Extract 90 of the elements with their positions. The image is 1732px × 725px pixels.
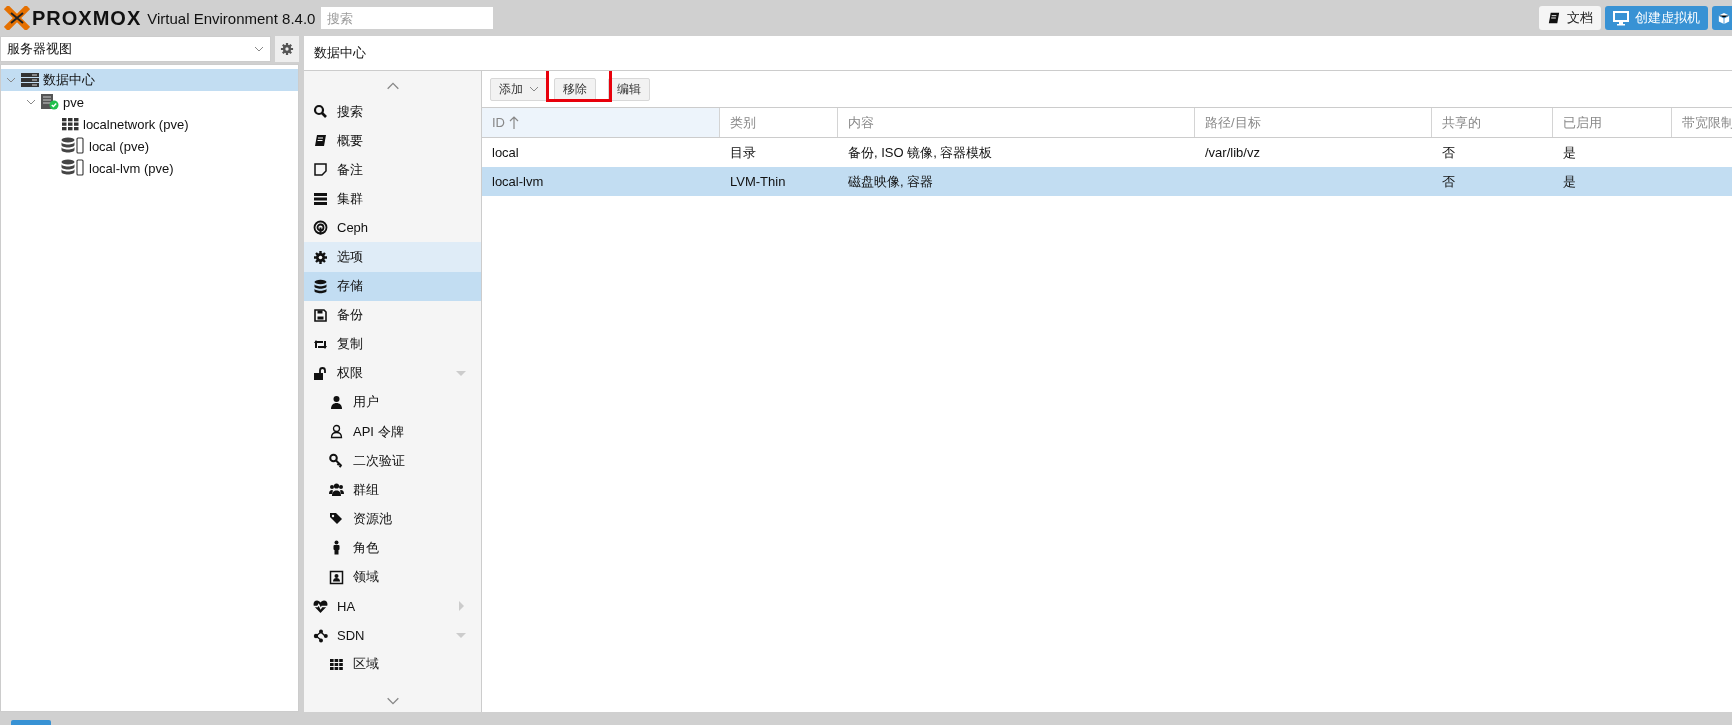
nav-item[interactable]: 概要 [304, 126, 481, 156]
tag-icon [329, 511, 344, 527]
panel-title: 数据中心 [314, 44, 366, 62]
tree-label: pve [63, 94, 84, 110]
storage-icon [61, 159, 85, 177]
nav-item[interactable]: 群组 [304, 475, 481, 505]
contact-card-icon [329, 569, 344, 585]
tree-item[interactable]: local-lvm (pve) [1, 157, 298, 179]
settings-button[interactable] [275, 36, 299, 62]
book-icon [313, 133, 328, 149]
nav-item[interactable]: 备份 [304, 300, 481, 330]
toolbar-button[interactable]: 移除 [554, 77, 596, 101]
search-icon [313, 104, 328, 120]
table-cell-text: 备份, ISO 镜像, 容器模板 [847, 143, 994, 162]
dropdown-caret-icon [529, 86, 539, 92]
nav-item[interactable]: SDN [304, 620, 481, 650]
nav-item[interactable]: 权限 [304, 358, 481, 388]
tree-item[interactable]: local (pve) [1, 135, 298, 157]
search-field[interactable]: 搜索 [321, 7, 494, 29]
nav-item[interactable]: 资源池 [304, 504, 481, 534]
table-cell-text: 否 [1441, 143, 1456, 162]
column-header[interactable]: 共享的 [1432, 108, 1553, 137]
grid-icon [61, 117, 79, 131]
nav-item[interactable]: 领域 [304, 562, 481, 592]
nav-item[interactable]: Ceph [304, 213, 481, 243]
column-header[interactable]: 类别 [720, 108, 838, 137]
nav-item[interactable]: 复制 [304, 329, 481, 359]
table-cell-text: local-lvm [491, 173, 545, 191]
nav-item[interactable]: 区域 [304, 649, 481, 679]
logo-text: PROXMOX [32, 6, 142, 30]
nav-item[interactable]: 集群 [304, 184, 481, 214]
nav-item[interactable]: 角色 [304, 533, 481, 563]
column-header[interactable]: 内容 [838, 108, 1195, 137]
table-cell-text: 否 [1441, 172, 1456, 191]
toolbar-button[interactable]: 编辑 [608, 77, 650, 101]
settings-icon [313, 249, 328, 265]
tree-label: local (pve) [89, 138, 149, 154]
table-cell-text: 是 [1562, 172, 1577, 191]
table-cell-text: 是 [1562, 143, 1577, 162]
group-icon [329, 482, 344, 498]
nav-item[interactable]: 二次验证 [304, 446, 481, 476]
table-row[interactable]: local-lvm LVM-Thin 磁盘映像, 容器 否 是 [482, 167, 1732, 196]
nav-item[interactable]: 选项 [304, 242, 481, 272]
column-header[interactable]: 已启用 [1553, 108, 1672, 137]
tree-label: local-lvm (pve) [89, 160, 174, 176]
view-select[interactable]: 服务器视图 [0, 36, 271, 62]
storage-icon [61, 137, 85, 155]
table-cell-text: 目录 [729, 143, 757, 162]
book-icon [1547, 11, 1561, 25]
database-icon [313, 278, 328, 294]
tree-item[interactable]: pve [1, 91, 298, 113]
nav-item[interactable]: 搜索 [304, 97, 481, 127]
cube-icon [1718, 10, 1730, 26]
nav-item[interactable]: HA [304, 591, 481, 621]
dropdown-caret-icon [254, 46, 264, 52]
nav-item[interactable]: 备注 [304, 155, 481, 185]
user-icon [329, 395, 344, 410]
nav-item[interactable]: API 令牌 [304, 417, 481, 447]
table-cell-text: LVM-Thin [729, 173, 787, 191]
tree-item[interactable]: localnetwork (pve) [1, 113, 298, 135]
logo-icon [4, 6, 30, 30]
tree-item[interactable]: 数据中心 [1, 69, 298, 91]
table-cell-text: local [491, 144, 520, 162]
sort-arrow-icon [509, 115, 519, 130]
signal-icon [313, 220, 328, 236]
table-row[interactable]: local 目录 备份, ISO 镜像, 容器模板 /var/lib/vz 否 是 [482, 138, 1732, 167]
add-menu-button[interactable]: 添加 [490, 77, 548, 101]
table-cell-text: 磁盘映像, 容器 [847, 172, 935, 191]
tree-label: 数据中心 [43, 71, 95, 89]
floppy-icon [313, 307, 328, 323]
docs-button[interactable]: 文档 [1539, 6, 1601, 30]
padlock-icon [313, 365, 328, 381]
scroll-down-icon [384, 697, 401, 705]
network-nodes-icon [313, 627, 328, 643]
column-header[interactable]: 路径/目标 [1195, 108, 1432, 137]
settings-icon [280, 42, 294, 56]
nav-item[interactable]: 存储 [304, 271, 481, 301]
table-cell-text: /var/lib/vz [1204, 144, 1261, 162]
note-icon [313, 162, 328, 178]
server-rack-icon [313, 191, 328, 207]
heartbeat-icon [313, 598, 328, 614]
create-container-button[interactable] [1712, 6, 1732, 30]
user-icon [329, 424, 344, 440]
product-version: Virtual Environment 8.4.0 [147, 9, 316, 27]
monitor-icon [1613, 10, 1629, 26]
server-stack-icon [21, 73, 39, 87]
grid-icon [329, 656, 344, 672]
nav-item[interactable]: 用户 [304, 387, 481, 418]
tree-label: localnetwork (pve) [83, 116, 189, 132]
key-icon [329, 453, 344, 469]
